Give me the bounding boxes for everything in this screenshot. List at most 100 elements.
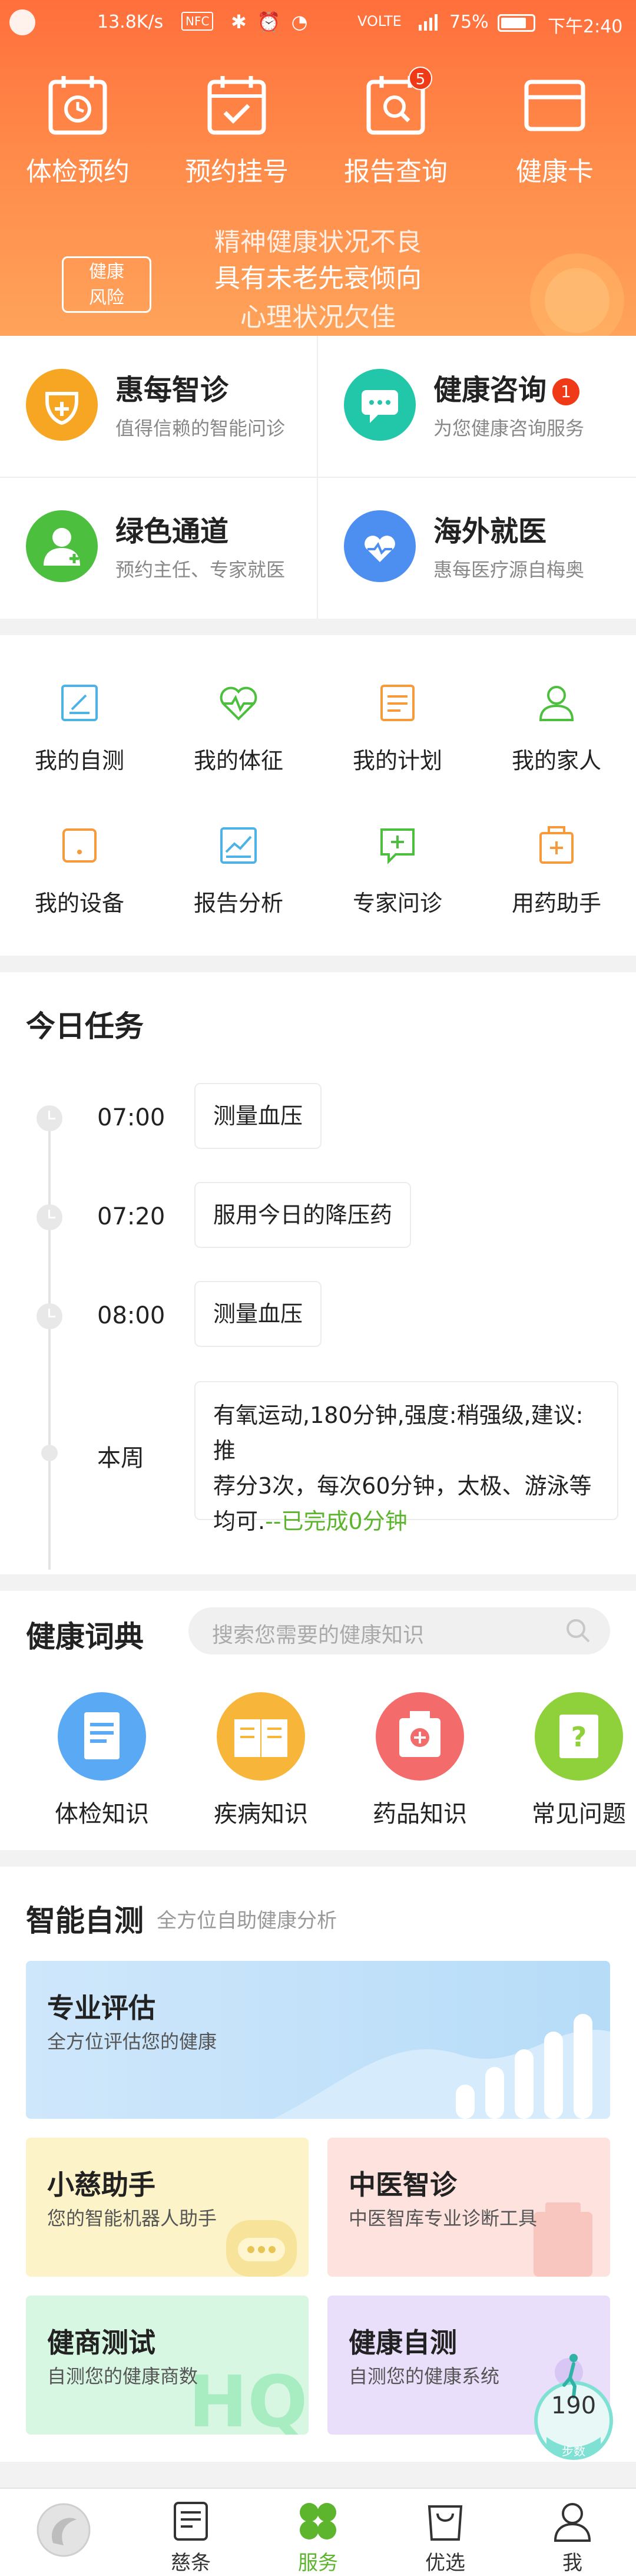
- dict-drug-knowledge[interactable]: 药品知识: [340, 1692, 499, 1829]
- health-risk-banner[interactable]: 健康 风险 精神健康状况不良 具有未老先衰倾向 心理状况欠佳: [0, 230, 636, 336]
- nav-label: 体检预约: [26, 157, 130, 187]
- notification-badge: 5: [409, 67, 432, 90]
- task-text-line: 有氧运动,180分钟,强度:稍强级,建议:推: [213, 1402, 584, 1464]
- heart-hand-icon: [344, 510, 416, 582]
- medicine-box-icon: [376, 1692, 464, 1781]
- grid-label: 专家问诊: [352, 890, 442, 916]
- timeline-line: [48, 1110, 51, 1570]
- dict-label: 药品知识: [373, 1801, 467, 1828]
- battery-percent: 75%: [449, 12, 489, 32]
- tab-label: 服务: [298, 2551, 338, 2575]
- grid-label: 报告分析: [193, 890, 283, 916]
- timeline-dot: [41, 1445, 58, 1461]
- search-input[interactable]: 搜索您需要的健康知识: [188, 1607, 610, 1654]
- service-subtitle: 值得信赖的智能问诊: [115, 417, 286, 440]
- tile-xiaoci-assistant[interactable]: 小慈助手 您的智能机器人助手: [26, 2138, 309, 2277]
- dict-disease-knowledge[interactable]: 疾病知识: [181, 1692, 340, 1829]
- mountain-chart-decoration: [273, 2014, 610, 2119]
- nav-health-card[interactable]: 健康卡: [478, 74, 631, 188]
- nav-appointment[interactable]: 预约挂号: [160, 74, 313, 188]
- step-count: 190: [551, 2392, 597, 2419]
- book-icon: [217, 1692, 305, 1781]
- signal-icon: [419, 14, 438, 31]
- tile-health-quotient[interactable]: HQ 健商测试 自测您的健康商数: [26, 2296, 309, 2435]
- dict-label: 体检知识: [55, 1801, 149, 1828]
- nav-label: 健康卡: [516, 157, 594, 187]
- tab-label: 我: [562, 2551, 582, 2575]
- tab-me[interactable]: 我: [509, 2489, 636, 2575]
- herb-jar-icon: [534, 2202, 592, 2277]
- service-green-channel[interactable]: 绿色通道 预约主任、专家就医: [0, 477, 318, 619]
- grid-expert-consult[interactable]: 专家问诊: [318, 825, 477, 917]
- tab-home-logo[interactable]: [0, 2489, 127, 2562]
- checkup-doc-icon: [58, 1692, 146, 1781]
- grid-medicine-assistant[interactable]: 用药助手: [477, 825, 636, 917]
- question-icon: ?: [535, 1692, 623, 1781]
- clock: 下午2:40: [548, 16, 623, 37]
- network-speed: 13.8K/s: [97, 12, 164, 32]
- robot-icon: [226, 2220, 297, 2277]
- grid-my-plan[interactable]: 我的计划: [318, 682, 477, 775]
- task-text-tail: 均可.: [213, 1508, 266, 1534]
- task-item[interactable]: 测量血压: [194, 1083, 322, 1149]
- report-search-icon: 5: [364, 67, 432, 137]
- search-icon[interactable]: [564, 1617, 592, 1645]
- nav-label: 预约挂号: [185, 157, 289, 187]
- dict-faq[interactable]: ? 常见问题: [499, 1692, 636, 1829]
- self-test-icon: [61, 685, 98, 721]
- task-time: 08:00: [97, 1302, 165, 1329]
- service-smart-diagnosis[interactable]: 惠每智诊 值得信赖的智能问诊: [0, 336, 318, 477]
- tile-subtitle: 自测您的健康商数: [47, 2365, 198, 2387]
- tab-label: 优选: [425, 2551, 465, 2575]
- step-counter-widget[interactable]: 190 步数: [532, 2353, 615, 2462]
- grid-label: 我的体征: [193, 748, 283, 774]
- tile-title: 小慈助手: [47, 2169, 155, 2201]
- grid-my-device[interactable]: 我的设备: [0, 825, 159, 917]
- tab-selected[interactable]: 优选: [382, 2489, 509, 2575]
- consult-icon: [380, 828, 415, 864]
- grid-label: 我的家人: [511, 748, 601, 774]
- tab-label: 慈条: [171, 2551, 211, 2575]
- section-title: 今日任务: [26, 1009, 144, 1043]
- section-subtitle: 全方位自助健康分析: [157, 1909, 337, 1933]
- dict-label: 常见问题: [532, 1801, 626, 1828]
- user-icon: [554, 2503, 591, 2542]
- grid-my-vitals[interactable]: 我的体征: [159, 682, 318, 775]
- status-bar: 13.8K/s NFC ✱⏰◔ VOLTE 75% 下午2:40: [0, 0, 636, 47]
- tile-professional-assessment[interactable]: 专业评估 全方位评估您的健康: [26, 1961, 610, 2119]
- task-text-line: 荐分3次，每次60分钟，太极、游泳等: [213, 1473, 592, 1499]
- document-icon: [174, 2502, 208, 2541]
- service-title: 海外就医: [433, 515, 547, 548]
- tab-news[interactable]: 慈条: [127, 2489, 254, 2575]
- app-notification-icon: [9, 9, 35, 35]
- grid-my-family[interactable]: 我的家人: [477, 682, 636, 775]
- feature-grid: 我的自测 我的体征 我的计划 我的家人 我的设备 报告分析 专家问诊 用药助手: [0, 635, 636, 956]
- volte-label: VOLTE: [357, 13, 402, 29]
- dict-checkup-knowledge[interactable]: 体检知识: [22, 1692, 181, 1829]
- status-icons: ✱⏰◔: [231, 11, 319, 33]
- task-item-weekly[interactable]: 有氧运动,180分钟,强度:稍强级,建议:推 荐分3次，每次60分钟，太极、游泳…: [194, 1381, 618, 1534]
- grid-my-self-test[interactable]: 我的自测: [0, 682, 159, 775]
- bottom-tab-bar: 慈条 服务 优选 我: [0, 2488, 636, 2576]
- grid-report-analysis[interactable]: 报告分析: [159, 825, 318, 917]
- notification-badge: 1: [552, 378, 580, 405]
- medicine-icon: [539, 826, 574, 864]
- task-item[interactable]: 服用今日的降压药: [194, 1182, 412, 1248]
- task-item[interactable]: 测量血压: [194, 1281, 322, 1347]
- nfc-icon: NFC: [181, 12, 214, 31]
- service-health-consult[interactable]: 健康咨询 1 为您健康咨询服务: [318, 336, 636, 477]
- nav-checkup-booking[interactable]: 体检预约: [1, 74, 154, 188]
- hq-watermark: HQ: [188, 2362, 308, 2435]
- tab-service[interactable]: 服务: [254, 2489, 382, 2575]
- grid-label: 我的自测: [34, 748, 124, 774]
- tile-title: 中医智诊: [349, 2169, 457, 2201]
- calendar-check-icon: [205, 74, 269, 137]
- tile-tcm-diagnosis[interactable]: 中医智诊 中医智库专业诊断工具: [327, 2138, 610, 2277]
- service-overseas-medical[interactable]: 海外就医 惠每医疗源自梅奥: [318, 477, 636, 619]
- clock-icon: [37, 1105, 62, 1131]
- tile-subtitle: 自测您的健康系统: [349, 2365, 500, 2387]
- card-icon: [523, 74, 587, 137]
- nav-report-query[interactable]: 5 报告查询: [319, 67, 472, 188]
- task-progress: --已完成0分钟: [265, 1508, 408, 1534]
- section-title: 智能自测: [26, 1904, 144, 1938]
